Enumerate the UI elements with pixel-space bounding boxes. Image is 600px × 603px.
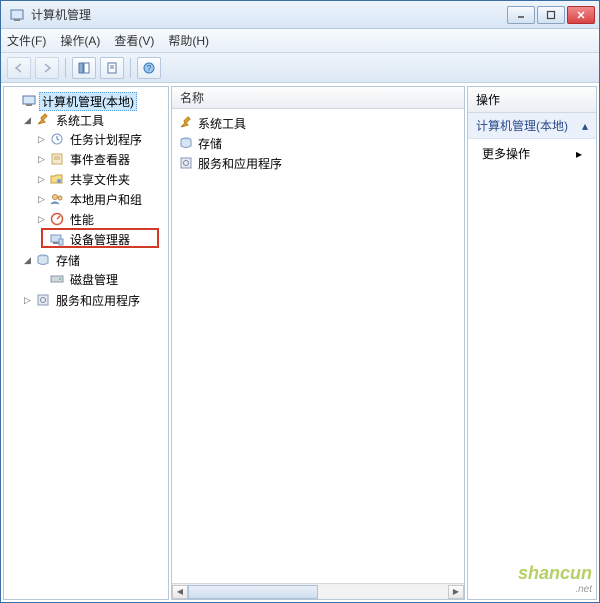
actions-more[interactable]: 更多操作 ▸ bbox=[468, 139, 596, 168]
actions-pane: 操作 计算机管理(本地) ▴ 更多操作 ▸ bbox=[467, 86, 597, 600]
chevron-right-icon: ▸ bbox=[576, 147, 582, 161]
forward-button[interactable] bbox=[35, 57, 59, 79]
menu-help[interactable]: 帮助(H) bbox=[168, 32, 209, 49]
window: 计算机管理 文件(F) 操作(A) 查看(V) 帮助(H) ? bbox=[0, 0, 600, 603]
menu-file[interactable]: 文件(F) bbox=[7, 32, 46, 49]
column-header-name[interactable]: 名称 bbox=[172, 87, 464, 109]
services-icon bbox=[178, 155, 194, 171]
tree-label: 本地用户和组 bbox=[67, 190, 145, 209]
svg-text:?: ? bbox=[147, 64, 152, 73]
expand-icon[interactable]: ▷ bbox=[22, 295, 33, 306]
menu-action[interactable]: 操作(A) bbox=[60, 32, 100, 49]
tree-root-label: 计算机管理(本地) bbox=[39, 92, 137, 111]
list-item-label: 服务和应用程序 bbox=[198, 155, 282, 172]
actions-more-label: 更多操作 bbox=[482, 145, 530, 162]
users-icon bbox=[49, 191, 65, 207]
list-item-label: 系统工具 bbox=[198, 115, 246, 132]
actions-section[interactable]: 计算机管理(本地) ▴ bbox=[468, 113, 596, 139]
tree-label: 性能 bbox=[67, 210, 97, 229]
tree-item-shared[interactable]: ▷ 共享文件夹 bbox=[36, 170, 166, 188]
toolbar: ? bbox=[1, 53, 599, 83]
tree-label: 系统工具 bbox=[53, 111, 107, 130]
actions-section-label: 计算机管理(本地) bbox=[476, 117, 568, 134]
collapse-icon: ▴ bbox=[582, 119, 588, 133]
scroll-left-button[interactable]: ◀ bbox=[172, 585, 188, 599]
list-item[interactable]: 服务和应用程序 bbox=[178, 153, 458, 173]
show-hide-tree-button[interactable] bbox=[72, 57, 96, 79]
tree-label: 设备管理器 bbox=[67, 230, 133, 249]
tree-label: 磁盘管理 bbox=[67, 270, 121, 289]
maximize-button[interactable] bbox=[537, 6, 565, 24]
expand-icon[interactable]: ▷ bbox=[36, 214, 47, 225]
list-pane: 名称 系统工具 存储 服务和应用程序 ◀ ▶ bbox=[171, 86, 465, 600]
tree-label: 任务计划程序 bbox=[67, 130, 145, 149]
tree-item-diskmgmt[interactable]: 磁盘管理 bbox=[36, 270, 166, 288]
tree-item-perf[interactable]: ▷ 性能 bbox=[36, 210, 166, 228]
menu-view[interactable]: 查看(V) bbox=[114, 32, 154, 49]
clock-icon bbox=[49, 131, 65, 147]
list-body: 系统工具 存储 服务和应用程序 bbox=[172, 109, 464, 583]
scroll-right-button[interactable]: ▶ bbox=[448, 585, 464, 599]
tree-item-systools[interactable]: ◢ 系统工具 bbox=[22, 111, 166, 129]
folder-shared-icon bbox=[49, 171, 65, 187]
storage-icon bbox=[35, 252, 51, 268]
window-buttons bbox=[507, 6, 595, 24]
tree-item-tasksched[interactable]: ▷ 任务计划程序 bbox=[36, 130, 166, 148]
expand-icon[interactable]: ▷ bbox=[36, 134, 47, 145]
list-item[interactable]: 存储 bbox=[178, 133, 458, 153]
scroll-thumb[interactable] bbox=[188, 585, 318, 599]
menubar: 文件(F) 操作(A) 查看(V) 帮助(H) bbox=[1, 29, 599, 53]
tree-pane: 计算机管理(本地) ◢ 系统工具 bbox=[3, 86, 169, 600]
help-button[interactable]: ? bbox=[137, 57, 161, 79]
list-item-label: 存储 bbox=[198, 135, 222, 152]
event-icon bbox=[49, 151, 65, 167]
storage-icon bbox=[178, 135, 194, 151]
tools-icon bbox=[35, 112, 51, 128]
collapse-icon[interactable]: ◢ bbox=[22, 115, 33, 126]
expand-icon[interactable]: ▷ bbox=[36, 154, 47, 165]
horizontal-scrollbar[interactable]: ◀ ▶ bbox=[172, 583, 464, 599]
tree-item-devmgr[interactable]: 设备管理器 bbox=[36, 230, 166, 248]
expand-icon[interactable]: ▷ bbox=[36, 194, 47, 205]
device-manager-icon bbox=[49, 231, 65, 247]
tree-item-eventvwr[interactable]: ▷ 事件查看器 bbox=[36, 150, 166, 168]
computer-icon bbox=[21, 93, 37, 109]
tree: 计算机管理(本地) ◢ 系统工具 bbox=[4, 87, 168, 599]
tree-item-services[interactable]: ▷ 服务和应用程序 bbox=[22, 291, 166, 309]
tree-item-storage[interactable]: ◢ 存储 bbox=[22, 251, 166, 269]
minimize-button[interactable] bbox=[507, 6, 535, 24]
content-area: 计算机管理(本地) ◢ 系统工具 bbox=[1, 83, 599, 602]
list-item[interactable]: 系统工具 bbox=[178, 113, 458, 133]
perf-icon bbox=[49, 211, 65, 227]
scroll-track[interactable] bbox=[188, 585, 448, 599]
tree-label: 共享文件夹 bbox=[67, 170, 133, 189]
collapse-icon[interactable]: ◢ bbox=[22, 255, 33, 266]
app-icon bbox=[9, 7, 25, 23]
services-icon bbox=[35, 292, 51, 308]
disk-icon bbox=[49, 271, 65, 287]
close-button[interactable] bbox=[567, 6, 595, 24]
properties-button[interactable] bbox=[100, 57, 124, 79]
tree-label: 服务和应用程序 bbox=[53, 291, 143, 310]
back-button[interactable] bbox=[7, 57, 31, 79]
tree-root[interactable]: 计算机管理(本地) bbox=[8, 92, 166, 110]
tools-icon bbox=[178, 115, 194, 131]
tree-label: 事件查看器 bbox=[67, 150, 133, 169]
toolbar-separator bbox=[65, 58, 66, 78]
expand-icon[interactable]: ▷ bbox=[36, 174, 47, 185]
toolbar-separator bbox=[130, 58, 131, 78]
tree-label: 存储 bbox=[53, 251, 83, 270]
window-title: 计算机管理 bbox=[31, 6, 507, 23]
titlebar: 计算机管理 bbox=[1, 1, 599, 29]
actions-header: 操作 bbox=[468, 87, 596, 113]
tree-item-localusers[interactable]: ▷ 本地用户和组 bbox=[36, 190, 166, 208]
